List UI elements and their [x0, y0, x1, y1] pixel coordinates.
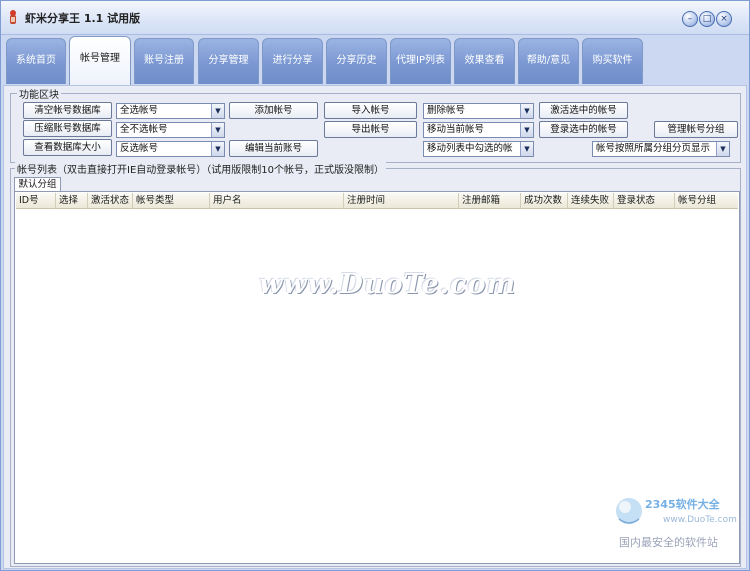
- move-checked-combo[interactable]: 移动列表中勾选的帐 ▼: [423, 141, 534, 157]
- select-none-combo[interactable]: 全不选帐号 ▼: [116, 122, 225, 138]
- move-current-combo[interactable]: 移动当前帐号 ▼: [423, 122, 534, 138]
- clear-database-button[interactable]: 清空帐号数据库: [23, 102, 112, 119]
- tab-system-home[interactable]: 系统首页: [6, 38, 66, 84]
- move-checked-combo-value: 移动列表中勾选的帐: [427, 143, 513, 154]
- manage-groups-button[interactable]: 管理帐号分组: [654, 121, 738, 138]
- minimize-button[interactable]: –: [682, 11, 698, 27]
- invert-select-combo[interactable]: 反选帐号 ▼: [116, 141, 225, 157]
- column-header-register-email[interactable]: 注册邮箱: [459, 193, 521, 209]
- tab-effect-view[interactable]: 效果查看: [454, 38, 515, 84]
- table-header: ID号 选择 激活状态 帐号类型 用户名 注册时间 注册邮箱 成功次数 连续失败…: [16, 193, 738, 209]
- tab-buy-software[interactable]: 购买软件: [582, 38, 643, 84]
- select-none-combo-value: 全不选帐号: [120, 124, 168, 135]
- duote-watermark: www.DuoTe.com: [259, 269, 517, 300]
- title-bar: 虾米分享王 1.1 试用版 – □ ×: [1, 1, 749, 35]
- chevron-down-icon[interactable]: ▼: [211, 123, 224, 137]
- tab-default-group[interactable]: 默认分组: [14, 177, 61, 191]
- close-button[interactable]: ×: [716, 11, 732, 27]
- delete-accounts-combo[interactable]: 删除帐号 ▼: [423, 103, 534, 119]
- account-list-label: 帐号列表（双击直接打开IE自动登录帐号）（试用版限制10个帐号，正式版没限制）: [15, 161, 386, 176]
- svg-text:www.DuoTe.com: www.DuoTe.com: [663, 515, 737, 525]
- app-title: 虾米分享王 1.1 试用版: [25, 12, 141, 25]
- group-display-combo-value: 帐号按照所属分组分页显示: [596, 143, 711, 154]
- activate-selected-button[interactable]: 激活选中的帐号: [539, 102, 628, 119]
- app-icon: [10, 10, 16, 24]
- tab-help-feedback[interactable]: 帮助/意见: [518, 38, 579, 84]
- edit-account-button[interactable]: 编辑当前账号: [229, 140, 318, 157]
- svg-text:2345软件大全: 2345软件大全: [645, 497, 721, 511]
- export-accounts-button[interactable]: 导出帐号: [324, 121, 417, 138]
- tab-share-management[interactable]: 分享管理: [198, 38, 259, 84]
- column-header-register-time[interactable]: 注册时间: [344, 193, 459, 209]
- add-account-button[interactable]: 添加帐号: [229, 102, 318, 119]
- delete-accounts-combo-value: 删除帐号: [427, 105, 466, 116]
- column-header-login-status[interactable]: 登录状态: [614, 193, 675, 209]
- compress-database-button[interactable]: 压缩账号数据库: [23, 120, 112, 137]
- column-header-select[interactable]: 选择: [56, 193, 88, 209]
- group-display-combo[interactable]: 帐号按照所属分组分页显示 ▼: [592, 141, 730, 157]
- function-block-label: 功能区块: [17, 86, 61, 101]
- invert-select-combo-value: 反选帐号: [120, 143, 159, 154]
- column-header-consecutive-failures[interactable]: 连续失败: [568, 193, 614, 209]
- select-all-combo-value: 全选帐号: [120, 105, 159, 116]
- chevron-down-icon[interactable]: ▼: [520, 104, 533, 118]
- column-header-id[interactable]: ID号: [16, 193, 56, 209]
- move-current-combo-value: 移动当前帐号: [427, 124, 485, 135]
- view-database-size-button[interactable]: 查看数据库大小: [23, 139, 112, 156]
- tab-proxy-ip-list[interactable]: 代理IP列表: [390, 38, 451, 84]
- column-header-username[interactable]: 用户名: [210, 193, 344, 209]
- column-header-success-count[interactable]: 成功次数: [521, 193, 568, 209]
- tab-do-share[interactable]: 进行分享: [262, 38, 323, 84]
- chevron-down-icon[interactable]: ▼: [520, 142, 533, 156]
- brand-caption: 国内最安全的软件站: [619, 536, 718, 549]
- chevron-down-icon[interactable]: ▼: [211, 142, 224, 156]
- tab-account-management[interactable]: 帐号管理: [69, 36, 131, 85]
- column-header-activation[interactable]: 激活状态: [88, 193, 133, 209]
- maximize-button[interactable]: □: [699, 11, 715, 27]
- app-window: 虾米分享王 1.1 试用版 – □ × 系统首页 帐号管理 账号注册 分享管理 …: [0, 0, 750, 571]
- column-header-account-group[interactable]: 帐号分组: [675, 193, 738, 209]
- column-header-account-type[interactable]: 帐号类型: [133, 193, 210, 209]
- select-all-combo[interactable]: 全选帐号 ▼: [116, 103, 225, 119]
- login-selected-button[interactable]: 登录选中的帐号: [539, 121, 628, 138]
- chevron-down-icon[interactable]: ▼: [716, 142, 729, 156]
- import-accounts-button[interactable]: 导入帐号: [324, 102, 417, 119]
- chevron-down-icon[interactable]: ▼: [520, 123, 533, 137]
- main-tab-bar: 系统首页 帐号管理 账号注册 分享管理 进行分享 分享历史 代理IP列表 效果查…: [1, 35, 749, 85]
- tab-account-register[interactable]: 账号注册: [134, 38, 194, 84]
- tab-share-history[interactable]: 分享历史: [326, 38, 387, 84]
- chevron-down-icon[interactable]: ▼: [211, 104, 224, 118]
- brand-logo: 2345软件大全 www.DuoTe.com: [616, 497, 737, 525]
